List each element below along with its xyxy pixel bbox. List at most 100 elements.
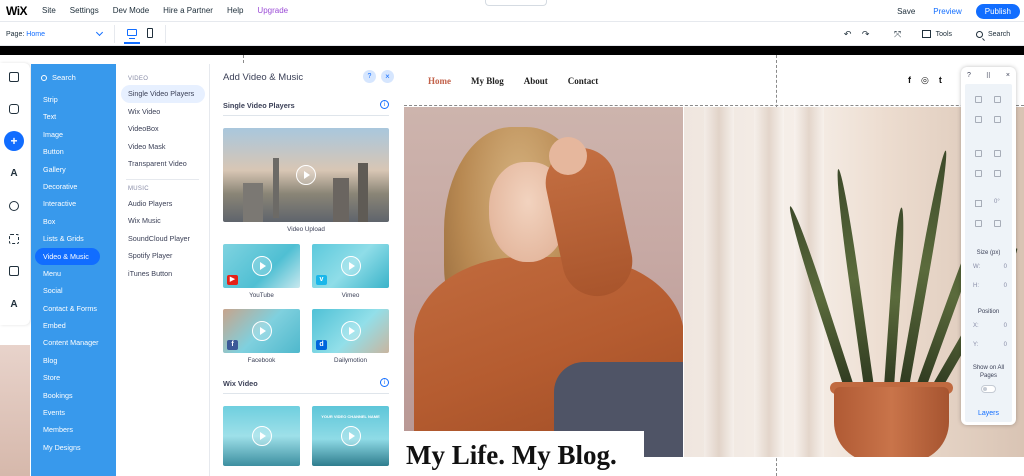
nav-home[interactable]: Home <box>428 76 451 86</box>
bring-forward-icon[interactable] <box>975 150 982 157</box>
sub-transparent-video[interactable]: Transparent Video <box>116 155 209 173</box>
theme-icon[interactable]: A <box>4 163 24 183</box>
help-icon[interactable]: ? <box>363 70 376 83</box>
category-image[interactable]: Image <box>31 126 116 143</box>
sub-audio-players[interactable]: Audio Players <box>116 195 209 213</box>
category-social[interactable]: Social <box>31 282 116 299</box>
show-all-pages-toggle[interactable] <box>981 385 996 393</box>
category-search[interactable]: Search <box>41 73 76 82</box>
height-field[interactable]: H: 0 <box>973 283 1007 289</box>
duplicate-icon[interactable] <box>975 116 982 123</box>
page-selector[interactable]: Page: Home <box>6 22 112 46</box>
width-value[interactable]: 0 <box>1004 264 1007 270</box>
video-upload-thumbnail[interactable] <box>223 128 389 222</box>
blog-icon[interactable]: A <box>4 294 24 314</box>
search-button[interactable]: Search <box>976 30 1024 38</box>
sub-single-video-players[interactable]: Single Video Players <box>121 85 205 103</box>
info-icon[interactable]: i <box>380 378 389 387</box>
category-box[interactable]: Box <box>31 213 116 230</box>
category-contact-forms[interactable]: Contact & Forms <box>31 300 116 317</box>
add-apps-icon[interactable] <box>4 229 24 249</box>
category-text[interactable]: Text <box>31 108 116 125</box>
menu-upgrade[interactable]: Upgrade <box>257 6 288 15</box>
facebook-icon[interactable]: f <box>908 75 911 86</box>
fit-icon[interactable] <box>994 220 1001 227</box>
sub-videobox[interactable]: VideoBox <box>116 120 209 138</box>
add-icon[interactable]: + <box>4 131 24 151</box>
collapse-handle[interactable] <box>485 0 547 6</box>
x-value[interactable]: 0 <box>1004 323 1007 329</box>
rotate-icon[interactable] <box>975 200 982 207</box>
desktop-icon[interactable] <box>127 29 137 39</box>
dailymotion-thumbnail[interactable]: d <box>312 309 389 353</box>
menu-hire-partner[interactable]: Hire a Partner <box>163 6 213 15</box>
tools-button[interactable]: Tools <box>921 30 952 38</box>
menu-site[interactable]: Site <box>42 6 56 15</box>
menus-pages-icon[interactable] <box>4 67 24 87</box>
copy-icon[interactable] <box>975 96 982 103</box>
category-embed[interactable]: Embed <box>31 317 116 334</box>
preview-button[interactable]: Preview <box>933 7 961 16</box>
media-icon[interactable] <box>4 261 24 281</box>
paste-icon[interactable] <box>994 96 1001 103</box>
mobile-icon[interactable] <box>147 28 153 38</box>
sub-soundcloud-player[interactable]: SoundCloud Player <box>116 230 209 248</box>
twitter-icon[interactable]: t <box>939 75 942 86</box>
y-value[interactable]: 0 <box>1004 342 1007 348</box>
save-button[interactable]: Save <box>897 7 915 16</box>
distribute-icon[interactable] <box>994 170 1001 177</box>
drag-handle-icon[interactable]: ⠿ <box>986 72 991 80</box>
wix-logo[interactable]: WiX <box>6 4 42 18</box>
publish-button[interactable]: Publish <box>975 3 1020 19</box>
zoom-out-icon[interactable]: ⤧ <box>892 29 904 40</box>
category-menu[interactable]: Menu <box>31 265 116 282</box>
app-market-icon[interactable] <box>4 196 24 216</box>
nav-about[interactable]: About <box>524 76 548 86</box>
vimeo-thumbnail[interactable]: v <box>312 244 389 288</box>
category-strip[interactable]: Strip <box>31 91 116 108</box>
background-icon[interactable] <box>4 99 24 119</box>
menu-help[interactable]: Help <box>227 6 243 15</box>
wix-video-thumbnail-2[interactable]: YOUR VIDEO CHANNEL NAME <box>312 406 389 466</box>
sub-itunes-button[interactable]: iTunes Button <box>116 265 209 283</box>
category-content-manager[interactable]: Content Manager <box>31 334 116 351</box>
send-backward-icon[interactable] <box>994 150 1001 157</box>
x-field[interactable]: X: 0 <box>973 323 1007 329</box>
instagram-icon[interactable]: ◎ <box>921 75 929 86</box>
category-interactive[interactable]: Interactive <box>31 195 116 212</box>
nav-my-blog[interactable]: My Blog <box>471 76 504 86</box>
width-field[interactable]: W: 0 <box>973 264 1007 270</box>
category-button[interactable]: Button <box>31 143 116 160</box>
nav-contact[interactable]: Contact <box>568 76 599 86</box>
height-value[interactable]: 0 <box>1004 283 1007 289</box>
menu-dev-mode[interactable]: Dev Mode <box>113 6 149 15</box>
category-members[interactable]: Members <box>31 421 116 438</box>
sub-wix-music[interactable]: Wix Music <box>116 212 209 230</box>
category-lists-grids[interactable]: Lists & Grids <box>31 230 116 247</box>
category-events[interactable]: Events <box>31 404 116 421</box>
category-gallery[interactable]: Gallery <box>31 161 116 178</box>
layers-button[interactable]: Layers <box>961 410 1016 417</box>
category-my-designs[interactable]: My Designs <box>31 439 116 456</box>
facebook-thumbnail[interactable]: f <box>223 309 300 353</box>
close-icon[interactable]: × <box>1006 72 1010 80</box>
undo-icon[interactable]: ↶ <box>842 29 854 40</box>
delete-icon[interactable] <box>994 116 1001 123</box>
category-blog[interactable]: Blog <box>31 352 116 369</box>
sub-spotify-player[interactable]: Spotify Player <box>116 247 209 265</box>
info-icon[interactable]: i <box>380 100 389 109</box>
menu-settings[interactable]: Settings <box>70 6 99 15</box>
site-title[interactable]: My Life. My Blog. <box>406 440 617 471</box>
stretch-icon[interactable] <box>975 220 982 227</box>
youtube-thumbnail[interactable]: ▶ <box>223 244 300 288</box>
wix-video-thumbnail-1[interactable] <box>223 406 300 466</box>
align-icon[interactable] <box>975 170 982 177</box>
category-store[interactable]: Store <box>31 369 116 386</box>
hero-portrait-image[interactable] <box>404 107 683 457</box>
category-bookings[interactable]: Bookings <box>31 387 116 404</box>
sub-video-mask[interactable]: Video Mask <box>116 138 209 156</box>
sub-wix-video[interactable]: Wix Video <box>116 103 209 121</box>
help-icon[interactable]: ? <box>967 72 971 80</box>
y-field[interactable]: Y: 0 <box>973 342 1007 348</box>
category-decorative[interactable]: Decorative <box>31 178 116 195</box>
